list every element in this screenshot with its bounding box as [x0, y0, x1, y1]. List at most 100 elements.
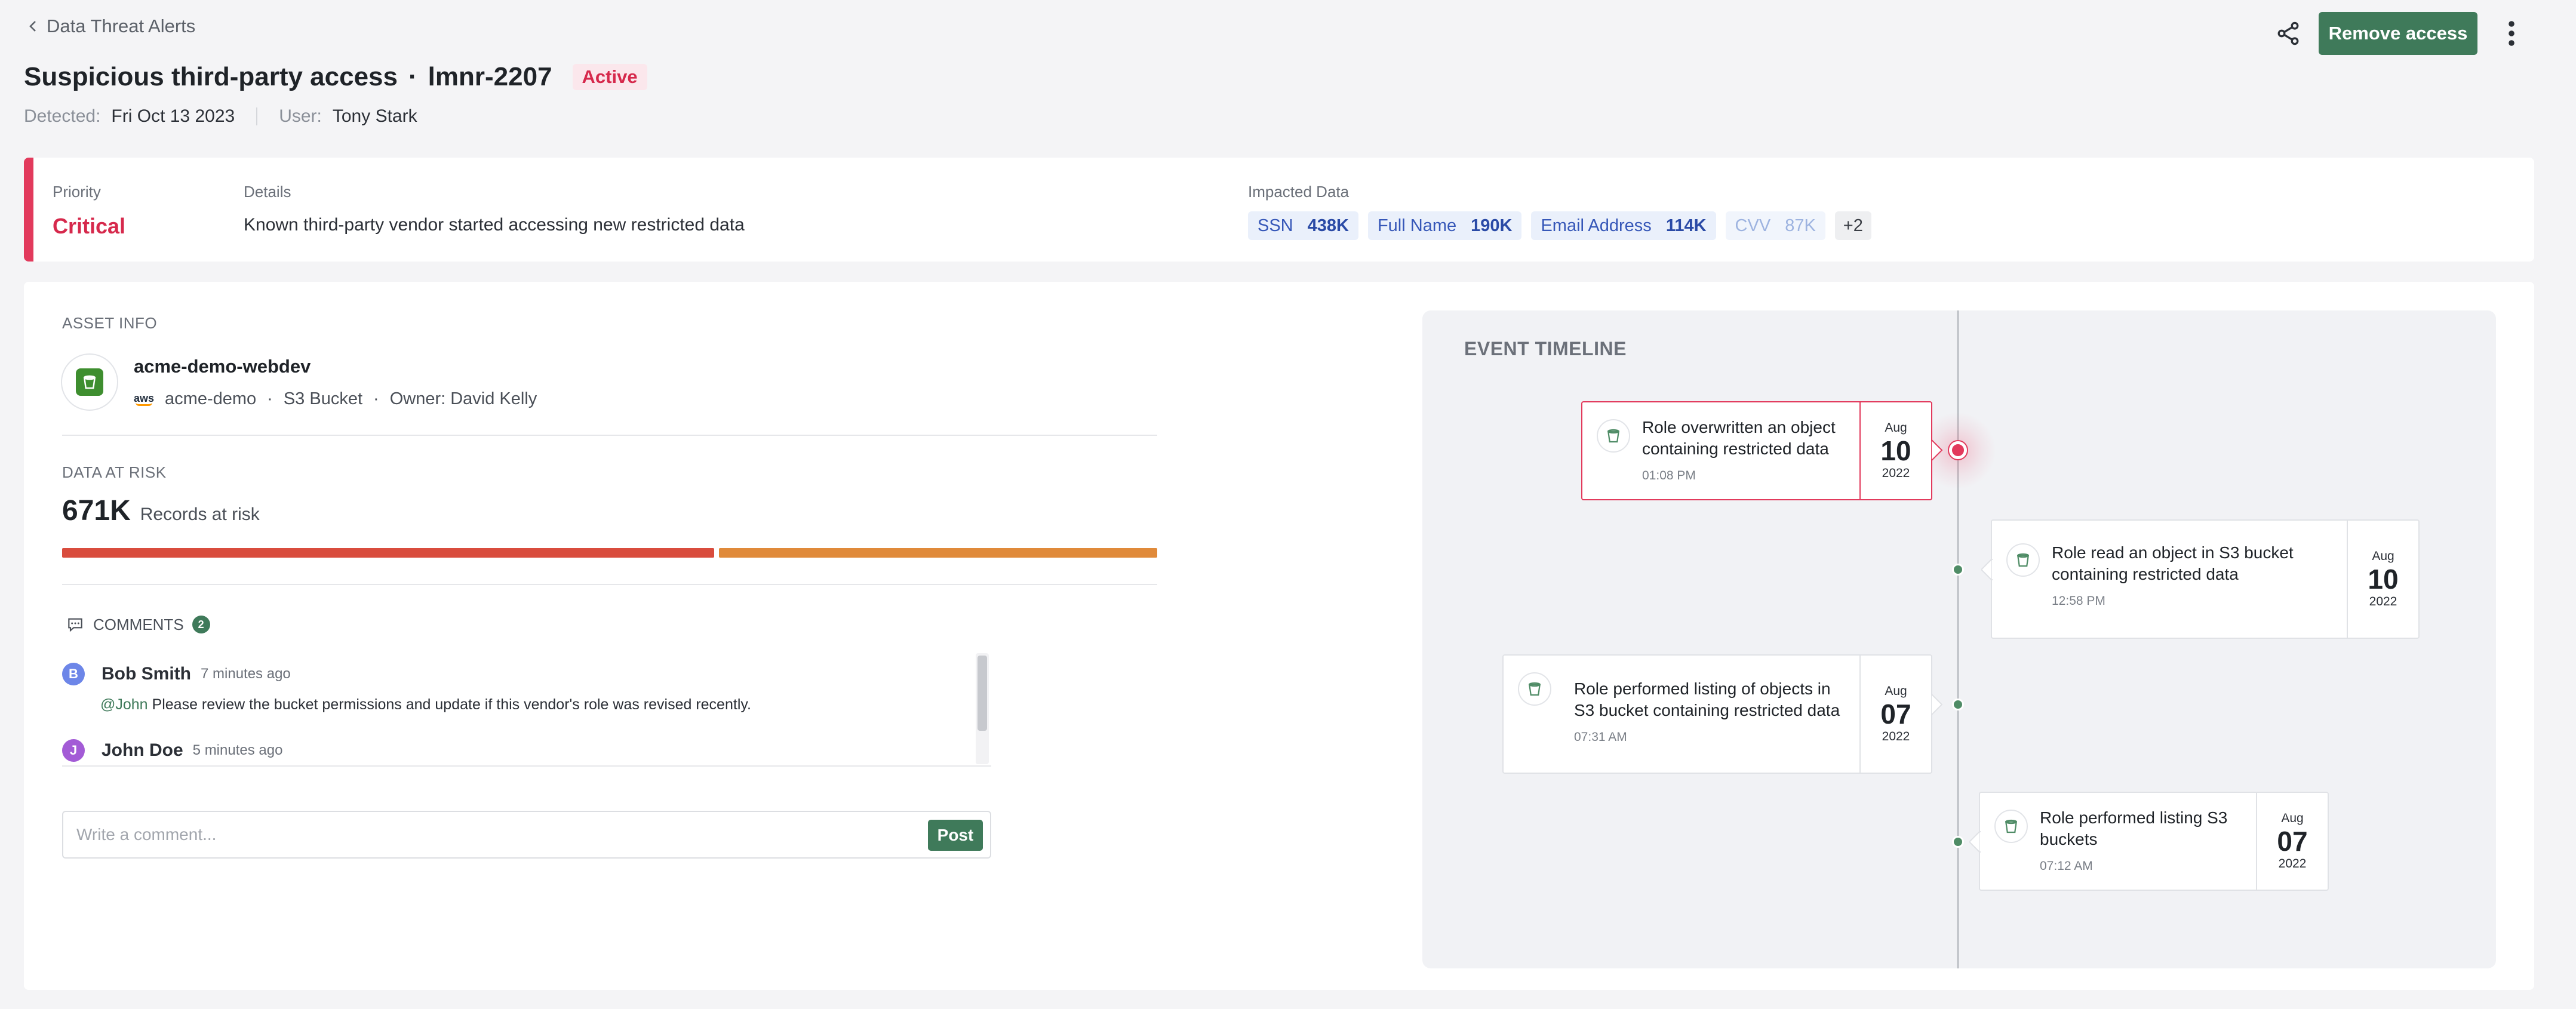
page-title: Suspicious third-party access · lmnr-220…	[24, 62, 647, 92]
event-day: 10	[2368, 563, 2399, 595]
chip-email-address[interactable]: Email Address 114K	[1531, 211, 1716, 240]
detected-label: Detected:	[24, 106, 101, 126]
timeline-dot[interactable]	[1952, 836, 1964, 848]
priority-value: Critical	[53, 214, 126, 238]
asset-owner: Owner: David Kelly	[389, 389, 537, 408]
divider	[62, 584, 1157, 585]
timeline-dot-active[interactable]	[1949, 441, 1967, 459]
event-year: 2022	[1882, 466, 1910, 481]
event-year: 2022	[1882, 730, 1910, 744]
event-pointer	[1931, 694, 1943, 715]
records-at-risk-unit: Records at risk	[140, 504, 260, 524]
event-month: Aug	[1885, 420, 1907, 435]
comment-time: 5 minutes ago	[192, 742, 283, 758]
event-day: 10	[1880, 435, 1911, 466]
remove-access-button[interactable]: Remove access	[2319, 12, 2477, 55]
data-at-risk-label: DATA AT RISK	[62, 463, 167, 481]
event-date: Aug 10 2022	[1859, 402, 1931, 499]
event-date: Aug 07 2022	[2256, 793, 2328, 890]
asset-sep: ·	[267, 389, 273, 408]
comments-label: COMMENTS	[93, 615, 184, 633]
back-link-label: Data Threat Alerts	[47, 16, 196, 36]
s3-bucket-icon	[61, 353, 118, 411]
comment-input[interactable]	[62, 811, 991, 859]
event-month: Aug	[2372, 549, 2394, 563]
asset-type: S3 Bucket	[283, 389, 363, 408]
comment-icon	[68, 618, 82, 632]
priority-label: Priority	[53, 183, 101, 201]
user-label: User:	[279, 106, 322, 126]
chip-count: 438K	[1307, 216, 1349, 235]
event-title: Role performed listing of objects in S3 …	[1574, 679, 1840, 720]
event-title: Role overwritten an object containing re…	[1642, 418, 1836, 459]
timeline-dot[interactable]	[1952, 699, 1964, 710]
impacted-data-chips: SSN 438K Full Name 190K Email Address 11…	[1248, 211, 1871, 240]
comment-item: B Bob Smith 7 minutes ago	[62, 663, 291, 685]
risk-bar-segment-critical	[62, 548, 714, 558]
event-time: 12:58 PM	[2052, 593, 2105, 608]
asset-details: aws acme-demo · S3 Bucket · Owner: David…	[134, 389, 537, 409]
timeline-dot[interactable]	[1952, 564, 1964, 576]
event-pointer	[1981, 559, 1993, 580]
comment-mention[interactable]: @John	[100, 696, 148, 713]
chip-cvv[interactable]: CVV 87K	[1725, 211, 1825, 240]
timeline-axis	[1957, 310, 1959, 968]
records-at-risk-value: 671K	[62, 495, 131, 527]
chip-name: CVV	[1735, 216, 1771, 235]
event-month: Aug	[2281, 811, 2304, 825]
user-value[interactable]: Tony Stark	[333, 106, 417, 127]
chip-name: SSN	[1258, 216, 1293, 235]
asset-account: acme-demo	[165, 389, 257, 408]
back-link[interactable]: Data Threat Alerts	[26, 16, 195, 37]
chip-ssn[interactable]: SSN 438K	[1248, 211, 1358, 240]
chevron-left-icon	[29, 21, 36, 32]
share-icon[interactable]	[2275, 20, 2301, 47]
asset-sep: ·	[373, 389, 379, 408]
comment-item: J John Doe 5 minutes ago	[62, 739, 282, 762]
event-pointer	[1931, 439, 1943, 461]
timeline-event[interactable]: Role performed listing of objects in S3 …	[1502, 654, 1932, 774]
comment-author: Bob Smith	[102, 664, 191, 684]
comment-list[interactable]: B Bob Smith 7 minutes ago @John Please r…	[62, 651, 991, 767]
s3-bucket-icon	[1518, 672, 1551, 706]
alert-id: lmnr-2207	[428, 62, 552, 91]
event-time: 07:12 AM	[2040, 859, 2093, 873]
event-year: 2022	[2278, 857, 2307, 871]
timeline-event[interactable]: Role performed listing S3 buckets 07:12 …	[1979, 792, 2329, 891]
timeline-event[interactable]: Role overwritten an object containing re…	[1581, 401, 1932, 500]
event-date: Aug 07 2022	[1859, 656, 1931, 773]
event-month: Aug	[1885, 684, 1907, 698]
event-time: 07:31 AM	[1574, 730, 1627, 744]
alert-meta: Detected: Fri Oct 13 2023 User: Tony Sta…	[24, 106, 417, 127]
status-badge: Active	[572, 64, 647, 90]
comment-text: @John Please review the bucket permissio…	[100, 696, 751, 713]
chip-full-name[interactable]: Full Name 190K	[1367, 211, 1522, 240]
event-pointer	[1969, 831, 1981, 853]
event-title: Role performed listing S3 buckets	[2040, 808, 2228, 849]
aws-logo-icon: aws	[134, 393, 154, 406]
s3-bucket-icon	[1994, 810, 2028, 843]
s3-bucket-icon	[2006, 543, 2040, 577]
more-options-icon[interactable]	[2500, 19, 2523, 48]
event-day: 07	[1880, 698, 1911, 730]
comments-count-badge: 2	[192, 616, 210, 633]
event-date: Aug 10 2022	[2347, 521, 2418, 638]
more-chips-button[interactable]: +2	[1834, 211, 1871, 240]
details-value: Known third-party vendor started accessi…	[244, 215, 745, 235]
comment-author: John Doe	[102, 740, 183, 760]
meta-divider	[256, 107, 258, 125]
post-comment-button[interactable]: Post	[928, 820, 983, 851]
event-year: 2022	[2369, 595, 2397, 609]
alert-summary-card	[24, 158, 2534, 262]
chip-name: Full Name	[1377, 216, 1457, 235]
s3-bucket-icon	[1597, 419, 1630, 453]
impacted-data-label: Impacted Data	[1248, 183, 1350, 201]
chip-count: 114K	[1665, 216, 1707, 235]
avatar: B	[62, 663, 85, 685]
chip-name: Email Address	[1541, 216, 1652, 235]
comments-scroll-thumb[interactable]	[977, 656, 987, 731]
event-day: 07	[2277, 825, 2308, 857]
asset-name[interactable]: acme-demo-webdev	[134, 356, 311, 377]
timeline-event[interactable]: Role read an object in S3 bucket contain…	[1991, 519, 2420, 639]
alert-title: Suspicious third-party access	[24, 62, 398, 91]
